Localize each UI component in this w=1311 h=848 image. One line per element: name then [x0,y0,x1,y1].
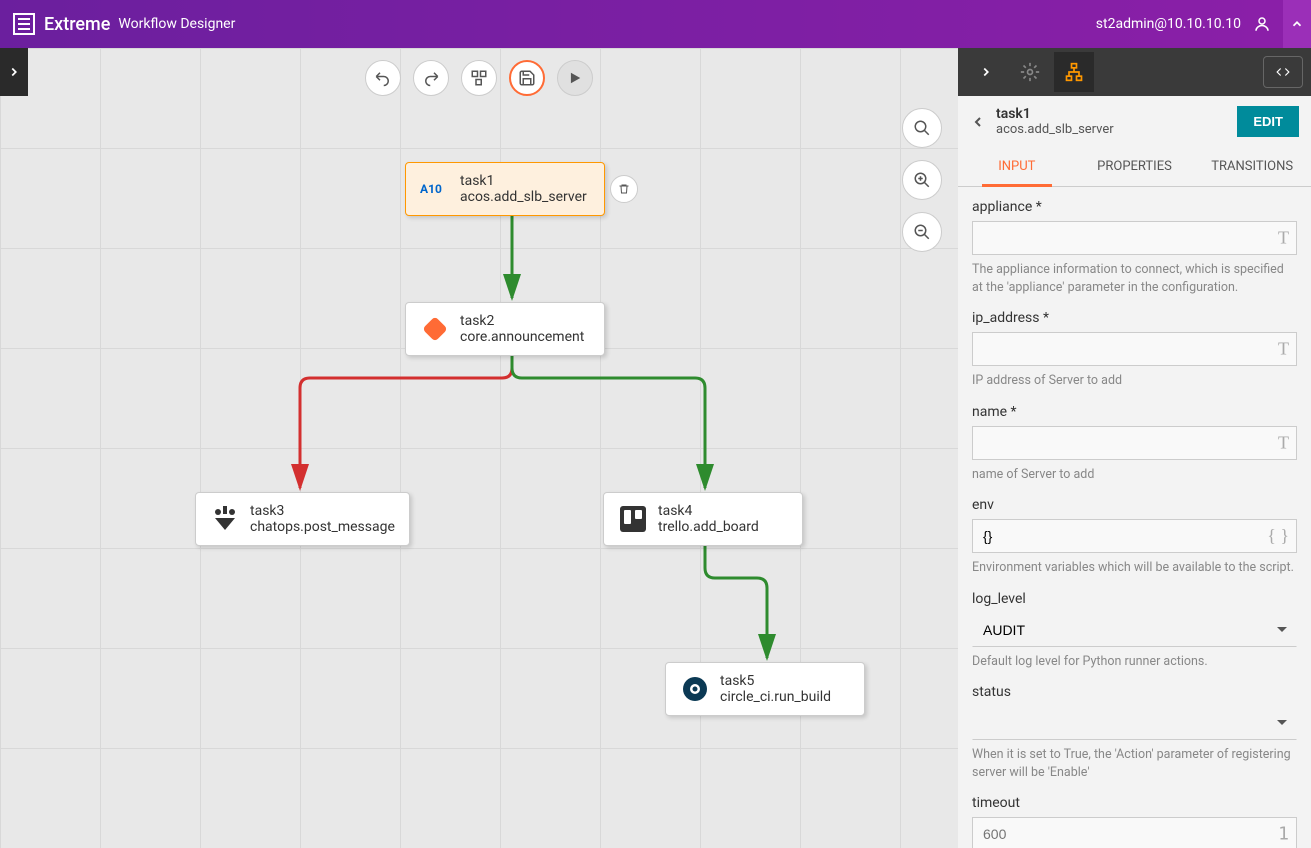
env-label: env [972,497,1297,513]
canvas-toolbar [365,60,593,96]
app-header: Extreme Workflow Designer st2admin@10.10… [0,0,1311,48]
panel-collapse-button[interactable] [966,52,1006,92]
trash-icon [618,183,630,195]
layout-icon [470,69,488,87]
zoom-icon [913,119,931,137]
header-collapse-button[interactable] [1283,0,1311,48]
brand-name: Extreme [44,14,110,35]
code-view-button[interactable] [1263,56,1303,88]
zoom-in-button[interactable] [902,160,942,200]
log-level-label: log_level [972,591,1297,607]
panel-toolbar [958,48,1311,96]
tab-transitions[interactable]: TRANSITIONS [1193,147,1311,186]
properties-panel: task1 acos.add_slb_server EDIT INPUT PRO… [958,48,1311,848]
task-action: trello.add_board [658,519,759,535]
task-node-task2[interactable]: task2 core.announcement [405,302,605,356]
zoom-out-icon [913,223,931,241]
tree-tab-button[interactable] [1054,52,1094,92]
trello-icon [618,504,648,534]
name-input[interactable] [972,426,1297,460]
task-name: task4 [658,503,759,519]
brand-logo: Extreme [12,12,110,36]
number-type-icon: 1 [1278,824,1289,845]
undo-icon [374,69,392,87]
task-node-task1[interactable]: A10 task1 acos.add_slb_server [405,162,605,216]
run-button[interactable] [557,60,593,96]
log-level-select[interactable]: AUDIT [972,613,1297,647]
zoom-reset-button[interactable] [902,108,942,148]
text-type-icon: T [1278,339,1289,360]
svg-text:A10: A10 [420,182,442,196]
redo-icon [422,69,440,87]
task-name: task5 [720,673,831,689]
zoom-in-icon [913,171,931,189]
left-panel-toggle[interactable] [0,48,28,96]
workflow-canvas[interactable]: A10 task1 acos.add_slb_server task2 core… [0,48,958,848]
timeout-label: timeout [972,795,1297,811]
delete-task-button[interactable] [610,175,638,203]
task-action: acos.add_slb_server [460,189,587,205]
settings-tab-button[interactable] [1010,52,1050,92]
save-icon [518,69,536,87]
ip-address-label: ip_address * [972,310,1297,326]
status-select[interactable] [972,706,1297,740]
tree-icon [1064,62,1084,82]
task-name: task2 [460,313,584,329]
status-help: When it is set to True, the 'Action' par… [972,746,1297,781]
appliance-label: appliance * [972,199,1297,215]
name-label: name * [972,404,1297,420]
task-name: task3 [250,503,395,519]
log-level-help: Default log level for Python runner acti… [972,653,1297,671]
input-form: appliance * T The appliance information … [958,187,1311,848]
object-type-icon: { } [1267,526,1289,547]
env-help: Environment variables which will be avai… [972,559,1297,577]
tab-properties[interactable]: PROPERTIES [1076,147,1194,186]
zoom-controls [902,108,942,252]
appliance-input[interactable] [972,221,1297,255]
undo-button[interactable] [365,60,401,96]
ip-address-input[interactable] [972,332,1297,366]
circleci-icon [680,674,710,704]
task-node-task4[interactable]: task4 trello.add_board [603,492,803,546]
user-icon[interactable] [1253,15,1271,33]
panel-tabs: INPUT PROPERTIES TRANSITIONS [958,147,1311,187]
save-button[interactable] [509,60,545,96]
selected-task-name: task1 [996,106,1227,122]
env-input[interactable] [972,519,1297,553]
code-icon [1273,65,1293,79]
timeout-input[interactable] [972,817,1297,848]
chevron-right-icon [979,65,993,79]
text-type-icon: T [1278,228,1289,249]
status-label: status [972,684,1297,700]
announcement-icon [420,314,450,344]
name-help: name of Server to add [972,466,1297,484]
chevron-up-icon [1290,17,1304,31]
extreme-logo-icon [12,12,36,36]
task-action: circle_ci.run_build [720,689,831,705]
ip-address-help: IP address of Server to add [972,372,1297,390]
tab-input[interactable]: INPUT [958,147,1076,186]
text-type-icon: T [1278,432,1289,453]
redo-button[interactable] [413,60,449,96]
zoom-out-button[interactable] [902,212,942,252]
a10-icon: A10 [420,174,450,204]
chatops-icon [210,504,240,534]
play-icon [568,71,582,85]
task-header: task1 acos.add_slb_server EDIT [958,96,1311,147]
back-icon[interactable] [970,114,986,130]
task-node-task5[interactable]: task5 circle_ci.run_build [665,662,865,716]
layout-button[interactable] [461,60,497,96]
task-name: task1 [460,173,587,189]
selected-task-action: acos.add_slb_server [996,122,1227,137]
app-title: Workflow Designer [118,16,235,32]
chevron-right-icon [7,65,21,79]
edit-button[interactable]: EDIT [1237,106,1299,137]
task-action: core.announcement [460,329,584,345]
gear-icon [1020,62,1040,82]
user-label: st2admin@10.10.10.10 [1096,16,1241,32]
appliance-help: The appliance information to connect, wh… [972,261,1297,296]
task-node-task3[interactable]: task3 chatops.post_message [195,492,410,546]
task-action: chatops.post_message [250,519,395,535]
